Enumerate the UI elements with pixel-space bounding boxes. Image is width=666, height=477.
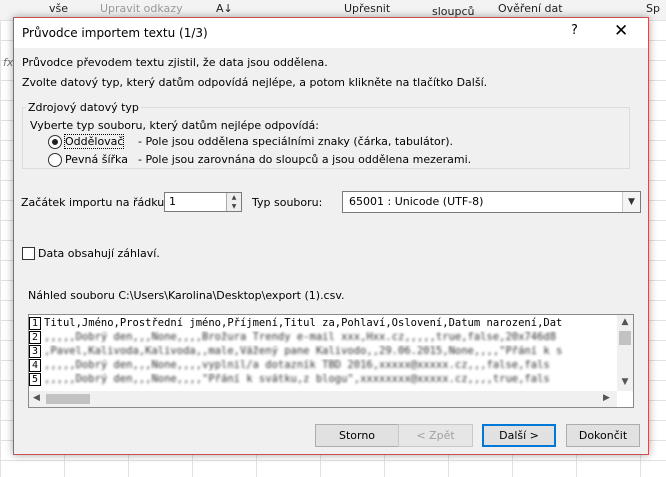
- radio-delimited-label[interactable]: Oddělovač: [63, 134, 125, 149]
- dialog-title: Průvodce importem textu (1/3): [22, 26, 208, 40]
- preview-line-number: 2: [29, 331, 41, 344]
- radio-fixed-width-desc: - Pole jsou zarovnána do sloupců a jsou …: [138, 153, 472, 166]
- stepper-buttons[interactable]: ▲ ▼: [226, 193, 241, 211]
- start-row-label: Začátek importu na řádku:: [21, 196, 168, 209]
- group-legend: Zdrojový datový typ: [28, 101, 139, 114]
- stepper-up-icon[interactable]: ▲: [227, 193, 241, 202]
- preview-line-text: Titul,Jméno,Prostřední jméno,Příjmení,Ti…: [44, 317, 563, 329]
- start-row-stepper[interactable]: 1 ▲ ▼: [164, 192, 242, 212]
- preview-line-text: ,,,,,Dobrý den,,,None,,,,vyplnil/a dotaz…: [44, 359, 550, 371]
- scroll-left-icon[interactable]: ◀: [33, 393, 40, 403]
- horizontal-scroll-thumb[interactable]: [46, 394, 90, 404]
- preview-line-number: 4: [29, 359, 41, 372]
- ribbon-sort-icon[interactable]: A↓: [216, 2, 233, 15]
- preview-line: 3 ,Pavel,Kalivoda,Kalivoda,,male,Vážený p…: [29, 345, 619, 359]
- preview-line: 4 ,,,,,Dobrý den,,,None,,,,vyplnil/a dota…: [29, 359, 619, 373]
- cancel-button[interactable]: Storno: [315, 424, 399, 447]
- radio-fixed-width-label[interactable]: Pevná šířka: [65, 153, 128, 166]
- scroll-up-icon[interactable]: ▲: [617, 317, 633, 327]
- formula-fx-icon: fx: [3, 56, 14, 69]
- preview-line-number: 1: [29, 317, 41, 330]
- file-origin-value[interactable]: 65001 : Unicode (UTF-8): [349, 195, 483, 208]
- file-type-prompt: Vyberte typ souboru, který datům nejlépe…: [30, 119, 320, 132]
- file-origin-select[interactable]: 65001 : Unicode (UTF-8) ▼: [342, 191, 641, 213]
- radio-delimited[interactable]: [48, 135, 62, 149]
- intro-text-1: Průvodce převodem textu zjistil, že data…: [22, 56, 328, 69]
- ribbon-edit-links[interactable]: Upravit odkazy: [100, 2, 183, 15]
- ribbon-advanced[interactable]: Upřesnit: [344, 2, 390, 15]
- ribbon-item-all[interactable]: vše: [49, 2, 68, 15]
- preview-line-number: 3: [29, 345, 41, 358]
- start-row-value[interactable]: 1: [169, 195, 176, 208]
- scroll-down-icon[interactable]: ▼: [617, 377, 633, 387]
- dialog-titlebar[interactable]: Průvodce importem textu (1/3) ? ✕: [14, 18, 648, 48]
- preview-line: 1 Titul,Jméno,Prostřední jméno,Příjmení,T…: [29, 317, 619, 331]
- preview-horizontal-scrollbar[interactable]: ◀ ▶: [29, 391, 617, 407]
- preview-line-text: ,,,,,Dobrý den,,,None,,,,Brožura Trendy …: [44, 331, 557, 343]
- scroll-right-icon[interactable]: ▶: [603, 393, 610, 403]
- help-icon[interactable]: ?: [571, 23, 578, 38]
- preview-line: 5 ,,,,,Dobrý den,,,None,,,,"Přání k svátk…: [29, 373, 619, 387]
- preview-line-number: 5: [29, 373, 41, 386]
- close-icon[interactable]: ✕: [614, 21, 628, 41]
- preview-line-text: ,Pavel,Kalivoda,Kalivoda,,male,Vážený pa…: [44, 345, 563, 357]
- preview-vertical-scrollbar[interactable]: ▲ ▼: [617, 315, 633, 391]
- radio-delimited-desc: - Pole jsou oddělena speciálními znaky (…: [138, 135, 454, 148]
- headers-checkbox-label[interactable]: Data obsahují záhlaví.: [38, 247, 160, 260]
- next-button[interactable]: Další >: [482, 424, 556, 447]
- intro-text-2: Zvolte datový typ, který datům odpovídá …: [22, 76, 488, 89]
- chevron-down-icon[interactable]: ▼: [622, 192, 640, 212]
- ribbon-data-validation[interactable]: Ověření dat: [498, 2, 563, 15]
- file-type-label: Typ souboru:: [252, 196, 323, 209]
- text-import-wizard-dialog: Průvodce importem textu (1/3) ? ✕ Průvod…: [13, 17, 649, 455]
- preview-line-text: ,,,,,Dobrý den,,,None,,,,"Přání k svátku…: [44, 373, 550, 385]
- finish-button[interactable]: Dokončit: [566, 424, 640, 447]
- preview-label: Náhled souboru C:\Users\Karolina\Desktop…: [28, 289, 345, 302]
- headers-checkbox[interactable]: [22, 247, 35, 260]
- ribbon-item-sp[interactable]: Sp: [646, 2, 660, 15]
- stepper-down-icon[interactable]: ▼: [227, 202, 241, 211]
- vertical-scroll-thumb[interactable]: [619, 331, 631, 345]
- preview-line: 2 ,,,,,Dobrý den,,,None,,,,Brožura Trendy…: [29, 331, 619, 345]
- radio-fixed-width[interactable]: [48, 153, 62, 167]
- file-preview-pane[interactable]: 1 Titul,Jméno,Prostřední jméno,Příjmení,T…: [28, 314, 634, 408]
- back-button[interactable]: < Zpět: [398, 424, 473, 447]
